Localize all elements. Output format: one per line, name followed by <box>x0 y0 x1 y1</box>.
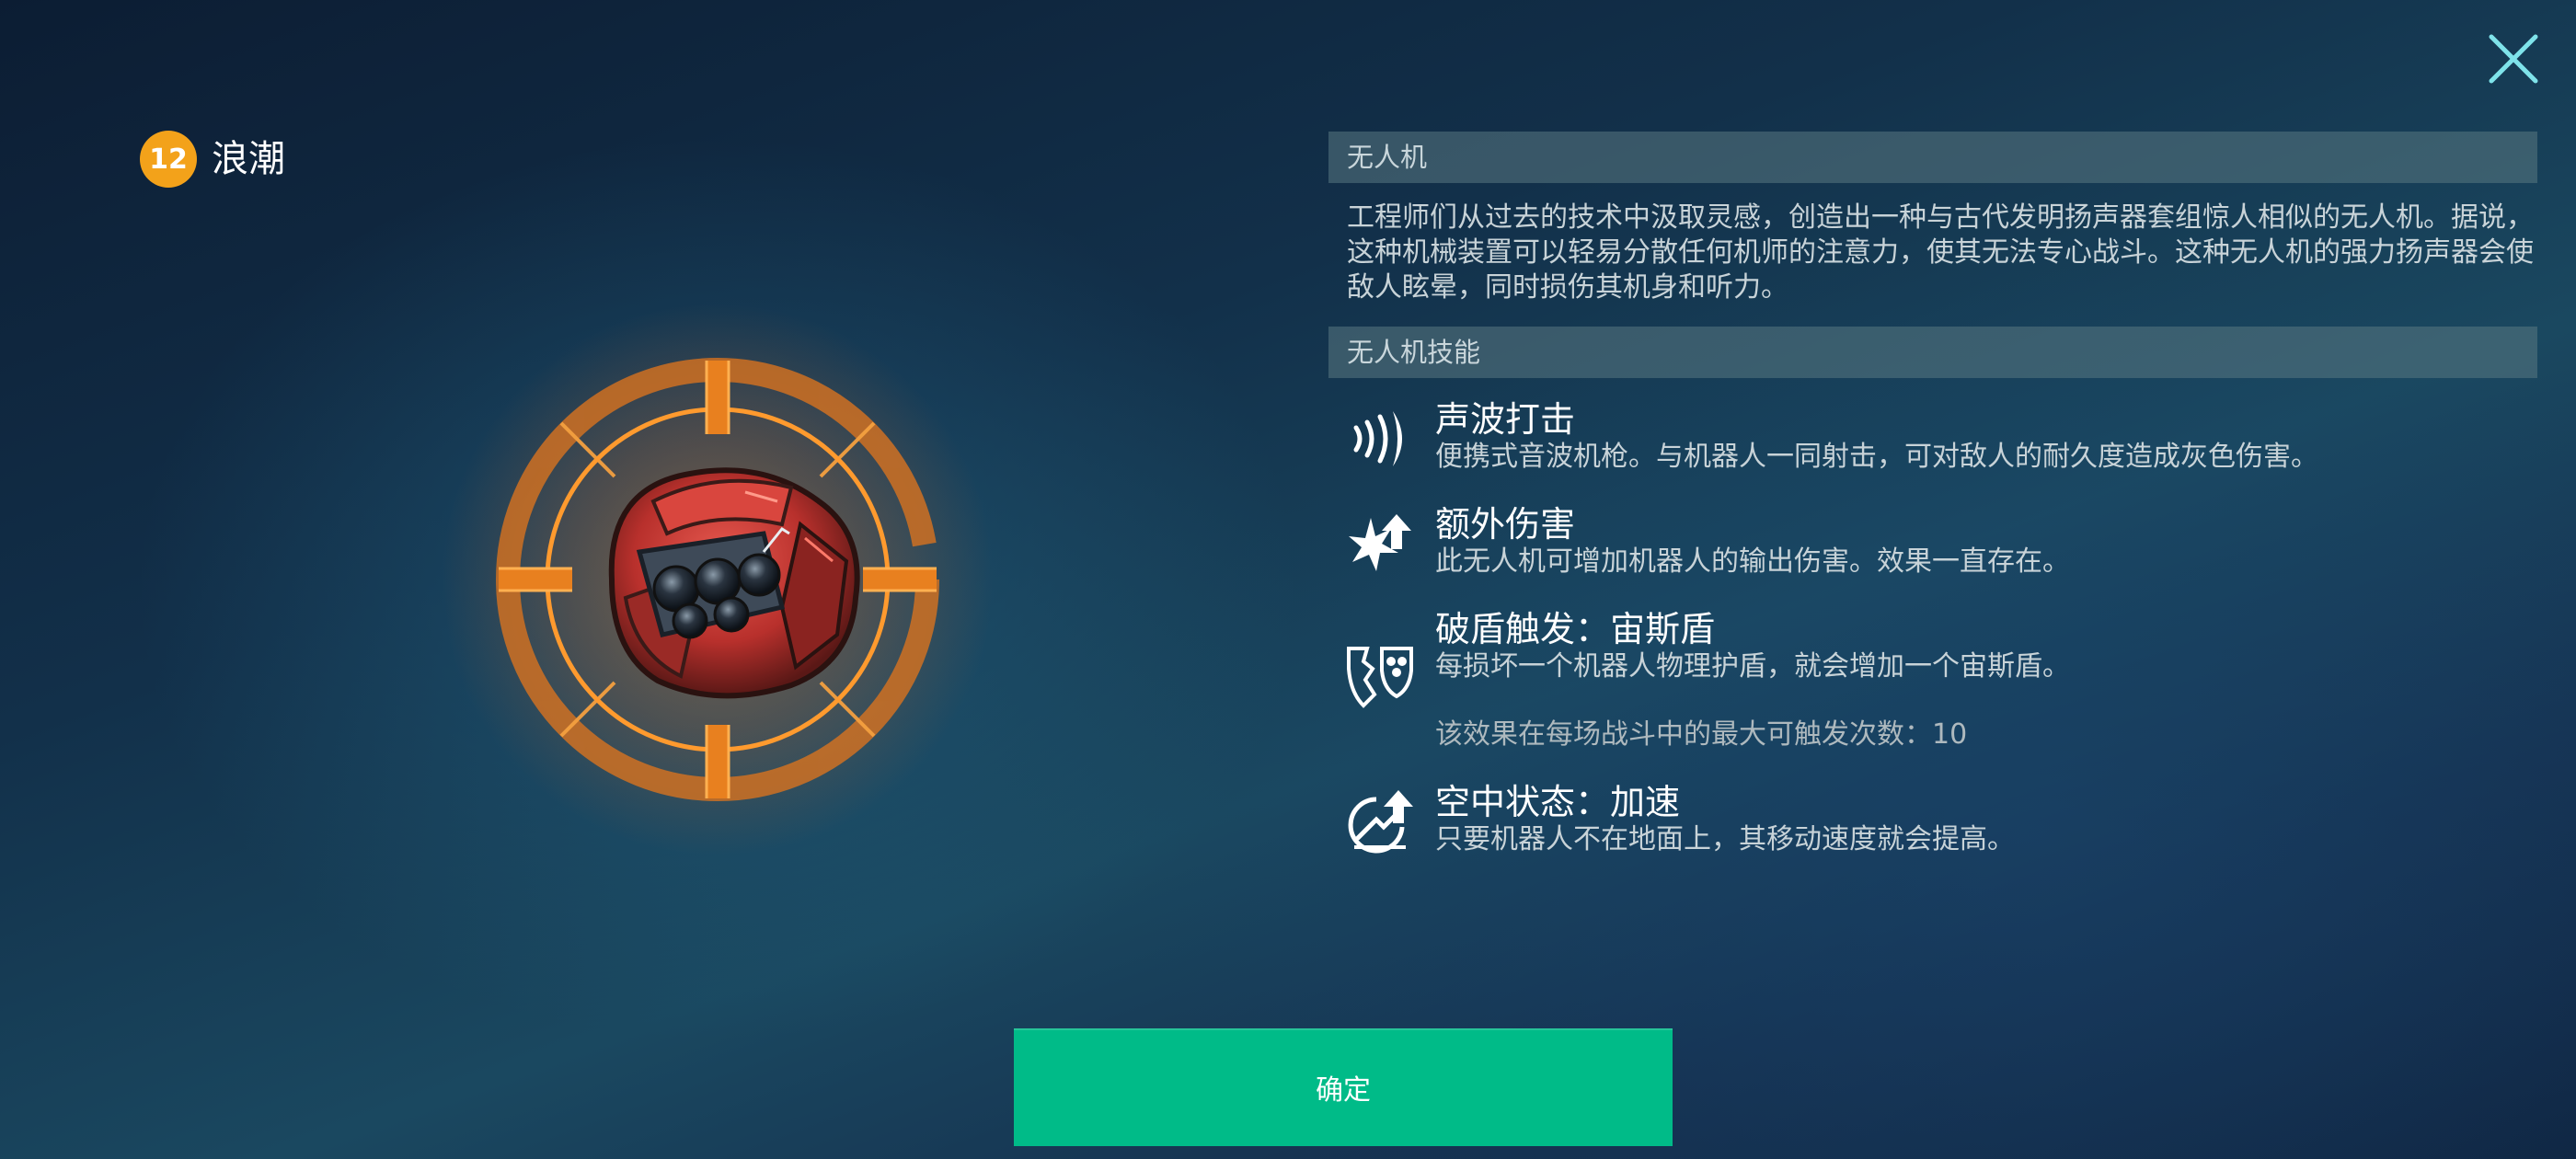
extra-damage-icon <box>1345 509 1415 579</box>
skill-description: 只要机器人不在地面上，其移动速度就会提高。 <box>1435 823 2015 855</box>
skills-section-header: 无人机技能 <box>1328 327 2537 378</box>
skill-description: 每损坏一个机器人物理护盾，就会增加一个宙斯盾。 <box>1435 650 2070 683</box>
level-badge: 12 <box>140 131 197 188</box>
skill-title: 声波打击 <box>1435 399 1576 440</box>
skill-description: 此无人机可增加机器人的输出伤害。效果一直存在。 <box>1435 545 2070 578</box>
skill-title: 空中状态：加速 <box>1435 782 1681 822</box>
drone-section-header: 无人机 <box>1328 132 2537 183</box>
skill-trigger-limit: 该效果在每场战斗中的最大可触发次数：10 <box>1435 718 1968 751</box>
shield-break-icon <box>1345 641 1415 711</box>
drone-description: 工程师们从过去的技术中汲取灵感，创造出一种与古代发明扬声器套组惊人相似的无人机。… <box>1347 201 2534 304</box>
skill-description: 便携式音波机枪。与机器人一同射击，可对敌人的耐久度造成灰色伤害。 <box>1435 441 2318 473</box>
airborne-speed-icon <box>1345 786 1415 856</box>
drone-artwork <box>442 304 994 855</box>
confirm-button[interactable]: 确定 <box>1014 1028 1673 1146</box>
drone-name: 浪潮 <box>212 138 285 180</box>
sonic-wave-icon <box>1345 404 1415 474</box>
close-icon <box>2489 34 2538 84</box>
skill-title: 额外伤害 <box>1435 504 1576 545</box>
skill-title: 破盾触发：宙斯盾 <box>1435 609 1716 649</box>
close-button[interactable] <box>2486 31 2541 86</box>
